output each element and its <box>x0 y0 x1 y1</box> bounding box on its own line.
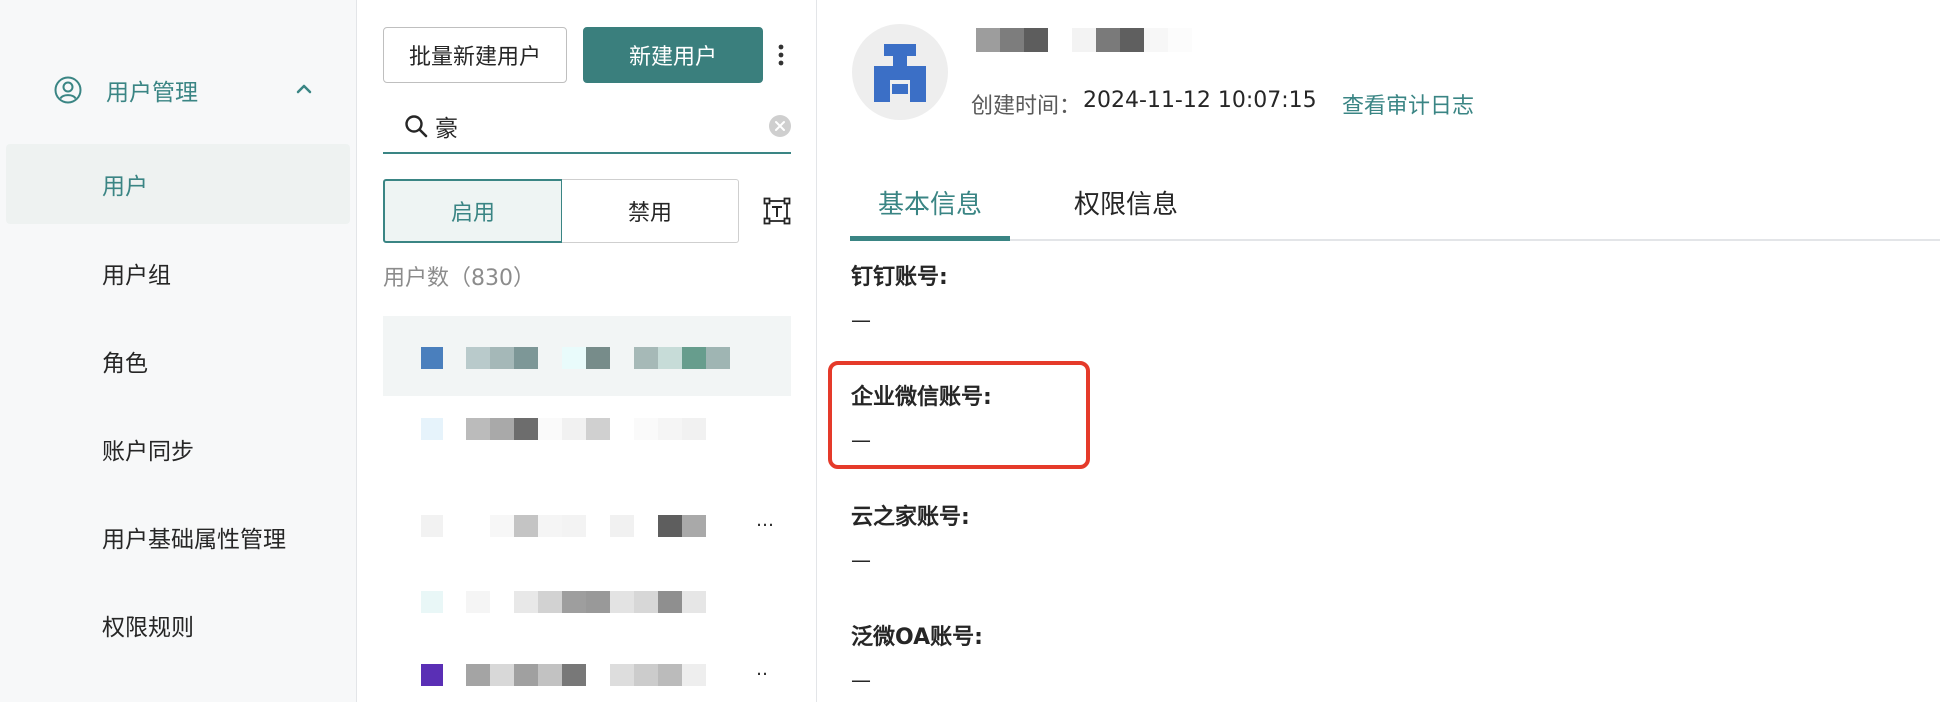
sidebar-item-permission-rules[interactable]: 权限规则 <box>0 585 357 665</box>
user-list-item[interactable] <box>383 387 791 467</box>
wecom-account-label: 企业微信账号: <box>851 385 992 410</box>
dingtalk-account-label: 钉钉账号: <box>851 265 948 290</box>
sidebar: 用户管理 用户 用户组 角色 账户同步 用户基础属性管理 权限规则 <box>0 0 357 702</box>
company-logo-icon <box>874 44 926 102</box>
user-list-item[interactable] <box>383 560 791 640</box>
weaver-oa-account-label: 泛微OA账号: <box>851 625 983 650</box>
text-select-icon[interactable] <box>762 196 792 226</box>
created-time-label: 创建时间： <box>971 94 1082 119</box>
yunzhijia-account-value: — <box>851 548 871 572</box>
redacted-user-name <box>976 28 1192 52</box>
sidebar-item-label: 角色 <box>102 351 148 377</box>
sidebar-item-label: 权限规则 <box>102 615 194 641</box>
user-avatar <box>421 591 443 613</box>
audit-log-link[interactable]: 查看审计日志 <box>1342 88 1474 120</box>
sidebar-item-account-sync[interactable]: 账户同步 <box>0 409 357 489</box>
sidebar-item-roles[interactable]: 角色 <box>0 321 357 401</box>
tab-disabled-users[interactable]: 禁用 <box>562 179 739 243</box>
more-vertical-icon[interactable] <box>771 38 791 72</box>
sidebar-item-users[interactable]: 用户 <box>6 144 350 224</box>
ellipsis: … <box>756 510 774 531</box>
user-avatar <box>421 664 443 686</box>
user-avatar <box>421 418 443 440</box>
sidebar-item-user-groups[interactable]: 用户组 <box>0 233 357 313</box>
user-detail-panel: 创建时间： 2024-11-12 10:07:15 查看审计日志 基本信息 权限… <box>818 0 1940 702</box>
created-time: 创建时间： 2024-11-12 10:07:15 <box>971 88 1317 120</box>
clear-icon[interactable] <box>768 114 792 138</box>
sidebar-item-label: 用户 <box>102 174 148 200</box>
wecom-account-value: — <box>851 428 871 452</box>
redacted-name <box>466 591 706 613</box>
user-count: 用户数（830） <box>383 266 535 291</box>
sidebar-item-label: 用户组 <box>102 263 171 289</box>
ellipsis: ‥ <box>756 659 769 680</box>
tab-permission-info[interactable]: 权限信息 <box>1074 175 1178 241</box>
user-circle-icon <box>54 76 82 104</box>
user-list-panel: 批量新建用户 新建用户 启用 禁用 用户数（830） <box>358 0 817 702</box>
user-list-item[interactable]: ‥ <box>383 633 791 702</box>
sidebar-item-label: 账户同步 <box>102 439 194 465</box>
sidebar-item-label: 用户基础属性管理 <box>102 527 286 553</box>
create-user-button[interactable]: 新建用户 <box>583 27 763 83</box>
chevron-up-icon[interactable] <box>294 79 314 99</box>
user-avatar <box>852 24 948 120</box>
tab-basic-info[interactable]: 基本信息 <box>850 175 1010 241</box>
sidebar-group-label: 用户管理 <box>106 80 198 106</box>
detail-tabs: 基本信息 权限信息 <box>850 175 1940 241</box>
search-input[interactable] <box>435 106 735 146</box>
tab-enabled-users[interactable]: 启用 <box>383 179 563 243</box>
redacted-name <box>466 418 706 440</box>
sidebar-item-user-attributes[interactable]: 用户基础属性管理 <box>0 497 357 577</box>
batch-create-users-button[interactable]: 批量新建用户 <box>383 27 567 83</box>
redacted-name <box>466 664 706 686</box>
user-avatar <box>421 347 443 369</box>
redacted-name <box>466 347 730 369</box>
user-list-item[interactable] <box>383 316 791 396</box>
dingtalk-account-value: — <box>851 308 871 332</box>
redacted-name <box>466 515 706 537</box>
sidebar-group-user-management[interactable]: 用户管理 <box>0 62 357 118</box>
highlight-box <box>828 361 1090 469</box>
search-box <box>383 98 791 154</box>
user-avatar <box>421 515 443 537</box>
created-time-value: 2024-11-12 10:07:15 <box>1083 88 1317 113</box>
yunzhijia-account-label: 云之家账号: <box>851 505 970 530</box>
weaver-oa-account-value: — <box>851 668 871 692</box>
search-icon <box>405 115 428 138</box>
user-list-item[interactable]: … <box>383 484 791 564</box>
